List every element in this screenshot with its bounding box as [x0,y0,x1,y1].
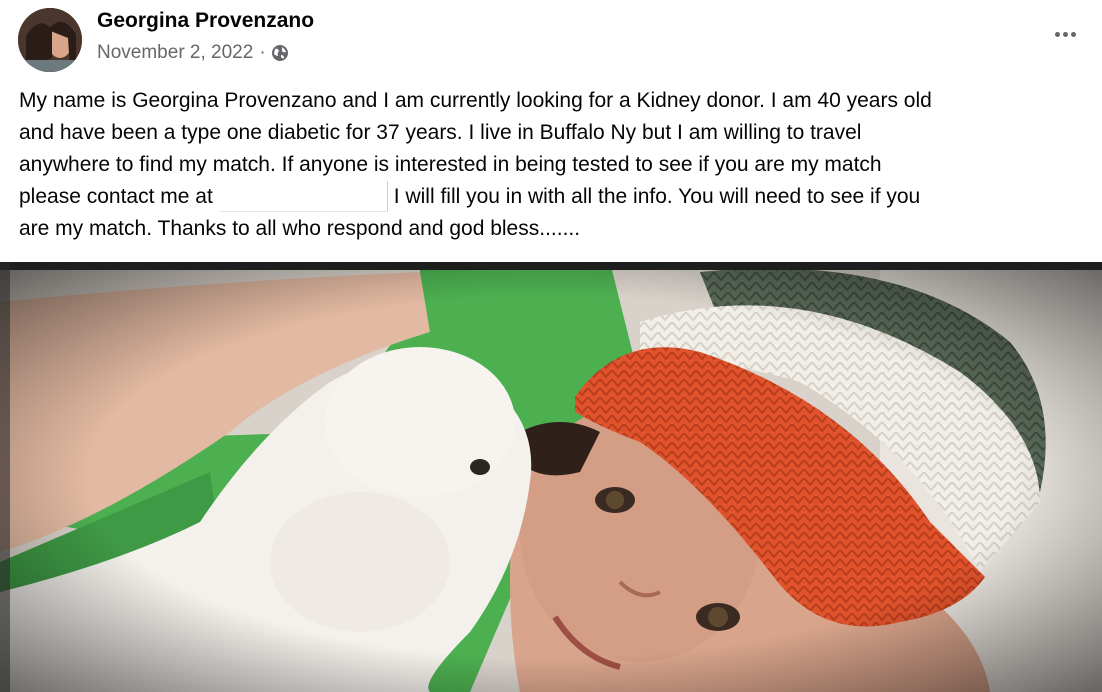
post-text-line: My name is Georgina Provenzano and I am … [19,89,932,112]
post-text-line: I will fill you in with all the info. Yo… [393,185,921,208]
post-text-line: anywhere to find my match. If anyone is … [19,153,882,176]
facebook-post: Georgina Provenzano November 2, 2022 · M… [0,0,1102,692]
post-meta: November 2, 2022 · [97,42,289,64]
author-name[interactable]: Georgina Provenzano [97,9,314,33]
more-options-icon[interactable] [1048,20,1082,48]
meta-separator: · [259,42,266,63]
contact-prefix: please contact me at [19,185,213,208]
post-date[interactable]: November 2, 2022 [97,42,253,64]
post-text-line-contact: please contact me at I will fill you in w… [19,181,1089,213]
post-text-line: are my match. Thanks to all who respond … [19,217,581,240]
redacted-contact [218,181,388,212]
more-dot [1070,31,1076,37]
more-dot [1062,31,1068,37]
post-photo[interactable] [0,262,1102,692]
more-dot [1054,31,1060,37]
post-message: My name is Georgina Provenzano and I am … [19,85,1089,245]
post-header: Georgina Provenzano November 2, 2022 · [0,0,1102,80]
globe-icon[interactable] [271,44,289,62]
avatar-image [18,8,82,72]
author-avatar[interactable] [18,8,82,72]
photo-image [0,262,1102,692]
post-text-line: and have been a type one diabetic for 37… [19,121,862,144]
